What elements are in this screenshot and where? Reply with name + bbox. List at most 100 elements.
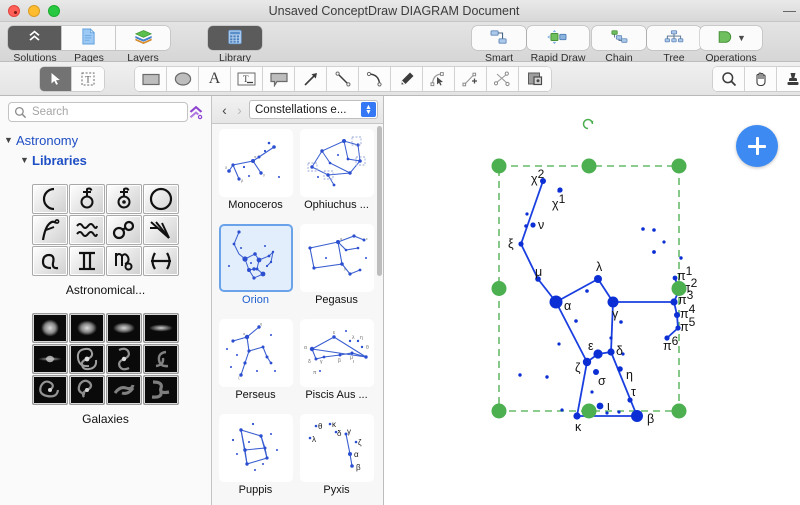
arc-tool[interactable] [359, 67, 391, 91]
piscis-austrinus-thumbnail[interactable]: αελ ηθδ γβμ πι [300, 319, 374, 387]
library-shape-cell[interactable] [69, 246, 105, 276]
nav-back-button[interactable]: ‹ [217, 102, 232, 118]
library-shape-item[interactable]: αελ ηθδ γβμ πι Piscis Aus ... [296, 316, 377, 411]
library-shape-cell[interactable] [106, 313, 142, 343]
layers-button[interactable] [116, 26, 170, 50]
callout-tool[interactable] [263, 67, 295, 91]
perseus-thumbnail[interactable]: αηζ [219, 319, 293, 387]
chevron-updown-icon[interactable]: ▲▼ [361, 102, 376, 117]
library-shape-cell[interactable] [143, 344, 179, 374]
line-tool[interactable] [327, 67, 359, 91]
conceptdraw-solutions-icon[interactable] [187, 104, 205, 122]
library-shape-cell[interactable] [32, 313, 68, 343]
constellation-star [518, 241, 523, 246]
library-shape-cell[interactable] [32, 215, 68, 245]
zoom-tool[interactable] [713, 67, 745, 91]
library-shape-cell[interactable] [143, 215, 179, 245]
hand-tool[interactable] [745, 67, 777, 91]
library-shape-cell[interactable] [106, 215, 142, 245]
text-block-tool[interactable]: T [231, 67, 263, 91]
library-shape-item[interactable]: αηζ Perseus [215, 316, 296, 411]
library-shape-cell[interactable] [106, 375, 142, 405]
library-shape-item[interactable]: θκλ δγζ αβ Pyxis [296, 411, 377, 505]
text-tool[interactable]: A [199, 67, 231, 91]
text-select-tool[interactable]: T [72, 67, 104, 91]
solutions-button[interactable] [8, 26, 62, 50]
library-select[interactable]: Constellations e... ▲▼ [249, 100, 378, 119]
library-shape-cell[interactable] [143, 184, 179, 214]
svg-text:β: β [356, 463, 361, 472]
chevron-down-icon[interactable]: ▼ [737, 33, 746, 43]
library-shape-item[interactable]: Puppis [215, 411, 296, 505]
pages-button[interactable] [62, 26, 116, 50]
selection-handle-e[interactable] [672, 281, 687, 296]
operations-button[interactable]: ▼ Operations [700, 26, 762, 64]
tree-button[interactable]: Tree [647, 26, 701, 64]
ellipse-tool[interactable] [167, 67, 199, 91]
selection-handle-nw[interactable] [492, 159, 507, 174]
add-point-tool[interactable] [455, 67, 487, 91]
svg-text:θ: θ [366, 345, 369, 351]
selection-handle-w[interactable] [492, 281, 507, 296]
svg-text:ζ: ζ [238, 375, 240, 380]
edit-points-tool[interactable] [423, 67, 455, 91]
library-shape-cell[interactable] [106, 246, 142, 276]
library-shape-cell[interactable] [69, 215, 105, 245]
search-placeholder: Search [32, 106, 68, 118]
pyxis-thumbnail[interactable]: θκλ δγζ αβ [300, 414, 374, 482]
svg-text:β: β [338, 358, 341, 364]
library-shape-cell[interactable] [69, 344, 105, 374]
library-shape-item[interactable]: δαγβ Monoceros [215, 126, 296, 221]
library-shape-cell[interactable] [69, 375, 105, 405]
library-shape-cell[interactable] [32, 184, 68, 214]
library-shape-cell[interactable] [32, 344, 68, 374]
stamp-tool[interactable] [777, 67, 800, 91]
rapid-draw-button[interactable]: Rapid Draw [527, 26, 589, 64]
solutions-icon [26, 28, 43, 48]
orion-constellation-artwork[interactable]: χ2χ1νξμαλγπ1π2π3π4π5π6εδζσηιτβκ [384, 96, 800, 505]
selection-handle-s[interactable] [582, 404, 597, 419]
library-scrollbar[interactable] [377, 126, 382, 502]
ophiuchus-thumbnail[interactable] [300, 129, 374, 197]
rapid-draw-icon [546, 29, 570, 48]
library-shape-cell[interactable] [69, 184, 105, 214]
pointer-tool[interactable] [40, 67, 72, 91]
library-shape-item[interactable]: αεγ Pegasus [296, 221, 377, 316]
library-shape-cell[interactable] [143, 375, 179, 405]
library-shape-cell[interactable] [143, 313, 179, 343]
smart-button[interactable]: Smart [472, 26, 526, 64]
disclosure-triangle-icon[interactable]: ▼ [4, 135, 16, 145]
pegasus-thumbnail[interactable]: αεγ [300, 224, 374, 292]
library-shapes-scroll[interactable]: δαγβ Monoceros [212, 124, 383, 505]
library-shape-cell[interactable] [32, 375, 68, 405]
cut-path-tool[interactable] [487, 67, 519, 91]
search-icon [14, 106, 27, 119]
document-canvas[interactable]: χ2χ1νξμαλγπ1π2π3π4π5π6εδζσηιτβκ [384, 96, 800, 505]
pen-tool[interactable] [391, 67, 423, 91]
library-shape-cell[interactable] [106, 184, 142, 214]
tree-node-libraries[interactable]: ▼ Libraries [0, 150, 211, 170]
orion-thumbnail[interactable] [219, 224, 293, 292]
selection-handle-ne[interactable] [672, 159, 687, 174]
library-shape-cell[interactable] [32, 246, 68, 276]
puppis-thumbnail[interactable] [219, 414, 293, 482]
tree-node-astronomy[interactable]: ▼ Astronomy [0, 130, 211, 150]
library-button[interactable]: Library [208, 26, 262, 64]
library-shape-item[interactable]: Ophiuchus ... [296, 126, 377, 221]
selection-handle-n[interactable] [582, 159, 597, 174]
selection-handle-se[interactable] [672, 404, 687, 419]
selection-handle-sw[interactable] [492, 404, 507, 419]
rectangle-tool[interactable] [135, 67, 167, 91]
library-shape-item-orion[interactable]: Orion [215, 221, 296, 316]
monoceros-thumbnail[interactable]: δαγβ [219, 129, 293, 197]
disclosure-triangle-icon[interactable]: ▼ [20, 155, 32, 165]
library-shape-cell[interactable] [106, 344, 142, 374]
library-section-astronomical: Astronomical... [0, 184, 211, 297]
chain-button[interactable]: Chain [592, 26, 646, 64]
arrow-tool[interactable] [295, 67, 327, 91]
nav-forward-button[interactable]: › [232, 102, 247, 118]
library-shape-cell[interactable] [143, 246, 179, 276]
library-shape-cell[interactable] [69, 313, 105, 343]
search-input[interactable]: Search [8, 102, 188, 122]
shape-union-tool[interactable] [519, 67, 551, 91]
